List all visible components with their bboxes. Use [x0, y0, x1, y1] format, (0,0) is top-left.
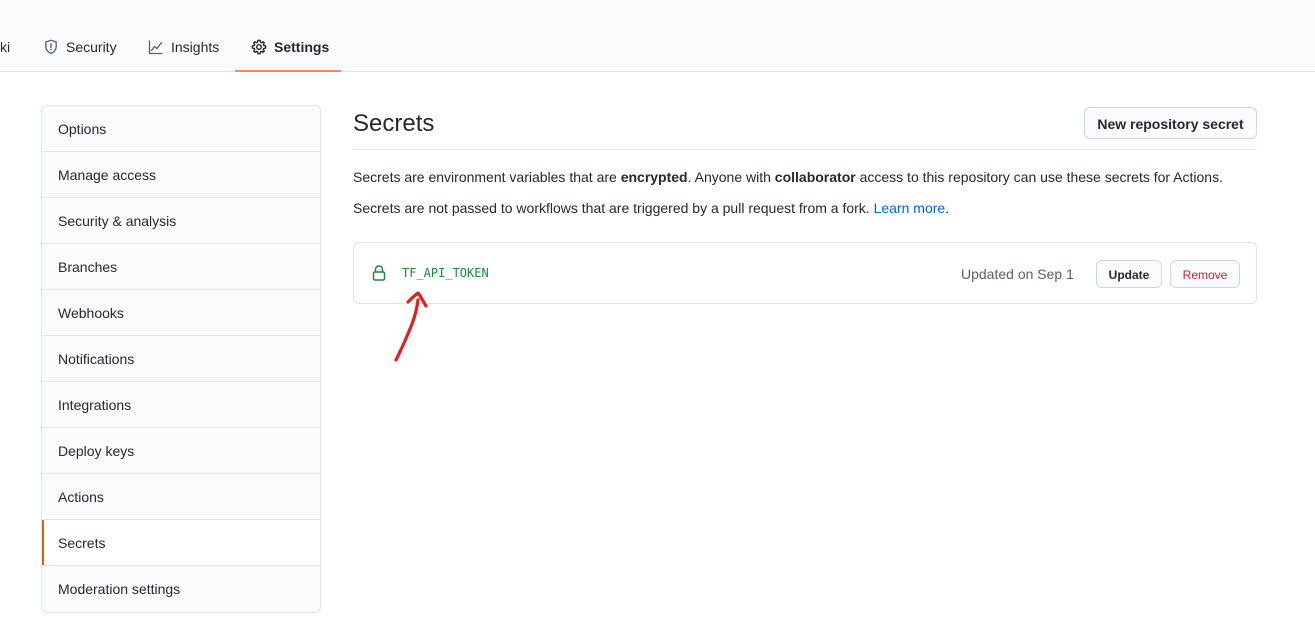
- tab-settings-label: Settings: [274, 39, 330, 55]
- gear-icon: [251, 39, 267, 55]
- tab-security-label: Security: [66, 39, 117, 55]
- sidebar-item-deploy-keys[interactable]: Deploy keys: [42, 428, 320, 474]
- sidebar-item-label: Moderation settings: [58, 581, 181, 597]
- tab-wiki-label: ki: [0, 39, 11, 55]
- fork-notice-end: .: [945, 200, 950, 216]
- learn-more-link[interactable]: Learn more: [874, 200, 946, 216]
- sidebar-item-options[interactable]: Options: [42, 106, 320, 152]
- desc-bold-encrypted: encrypted: [620, 169, 688, 185]
- desc-bold-collaborator: collaborator: [774, 169, 856, 185]
- sidebar-item-security-analysis[interactable]: Security & analysis: [42, 198, 320, 244]
- annotation-arrow: [394, 291, 428, 362]
- settings-sidebar: Options Manage access Security & analysi…: [41, 105, 321, 613]
- tab-settings[interactable]: Settings: [251, 24, 329, 72]
- remove-secret-button[interactable]: Remove: [1170, 260, 1240, 288]
- repo-nav-bar: ki Security Insights Settings: [0, 0, 1315, 72]
- secret-name: TF_API_TOKEN: [402, 266, 489, 280]
- tab-insights-label: Insights: [171, 39, 220, 55]
- selected-tab-indicator: [235, 70, 341, 72]
- new-repository-secret-button[interactable]: New repository secret: [1084, 107, 1257, 139]
- secrets-description: Secrets are environment variables that a…: [353, 169, 1223, 185]
- desc-text: . Anyone with: [687, 169, 775, 185]
- sidebar-item-integrations[interactable]: Integrations: [42, 382, 320, 428]
- sidebar-item-label: Actions: [58, 489, 104, 505]
- sidebar-item-label: Integrations: [58, 397, 132, 413]
- sidebar-item-actions[interactable]: Actions: [42, 474, 320, 520]
- desc-text: access to this repository can use these …: [855, 169, 1223, 185]
- graph-icon: [148, 39, 164, 55]
- sidebar-item-label: Notifications: [58, 351, 135, 367]
- sidebar-item-label: Webhooks: [58, 305, 124, 321]
- title-divider: [353, 149, 1257, 150]
- update-secret-button[interactable]: Update: [1096, 260, 1162, 288]
- sidebar-item-branches[interactable]: Branches: [42, 244, 320, 290]
- secret-row: TF_API_TOKEN Updated on Sep 1 Update Rem…: [353, 242, 1257, 304]
- fork-notice-text: Secrets are not passed to workflows that…: [353, 200, 874, 216]
- sidebar-item-label: Security & analysis: [58, 213, 177, 229]
- sidebar-item-label: Deploy keys: [58, 443, 135, 459]
- secret-updated-date: Updated on Sep 1: [961, 266, 1074, 282]
- sidebar-item-secrets[interactable]: Secrets: [42, 520, 320, 566]
- tab-insights[interactable]: Insights: [148, 24, 219, 72]
- sidebar-item-manage-access[interactable]: Manage access: [42, 152, 320, 198]
- tab-security[interactable]: Security: [43, 24, 117, 72]
- sidebar-item-label: Branches: [58, 259, 118, 275]
- sidebar-item-webhooks[interactable]: Webhooks: [42, 290, 320, 336]
- sidebar-item-label: Options: [58, 121, 107, 137]
- sidebar-item-label: Secrets: [58, 535, 106, 551]
- desc-text: Secrets are environment variables that a…: [353, 169, 621, 185]
- tab-wiki[interactable]: ki: [0, 24, 10, 72]
- sidebar-item-notifications[interactable]: Notifications: [42, 336, 320, 382]
- sidebar-item-label: Manage access: [58, 167, 157, 183]
- shield-icon: [43, 39, 59, 55]
- fork-notice: Secrets are not passed to workflows that…: [353, 200, 949, 216]
- page-title: Secrets: [353, 110, 435, 137]
- sidebar-item-moderation-settings[interactable]: Moderation settings: [42, 566, 320, 612]
- lock-icon: [371, 264, 387, 282]
